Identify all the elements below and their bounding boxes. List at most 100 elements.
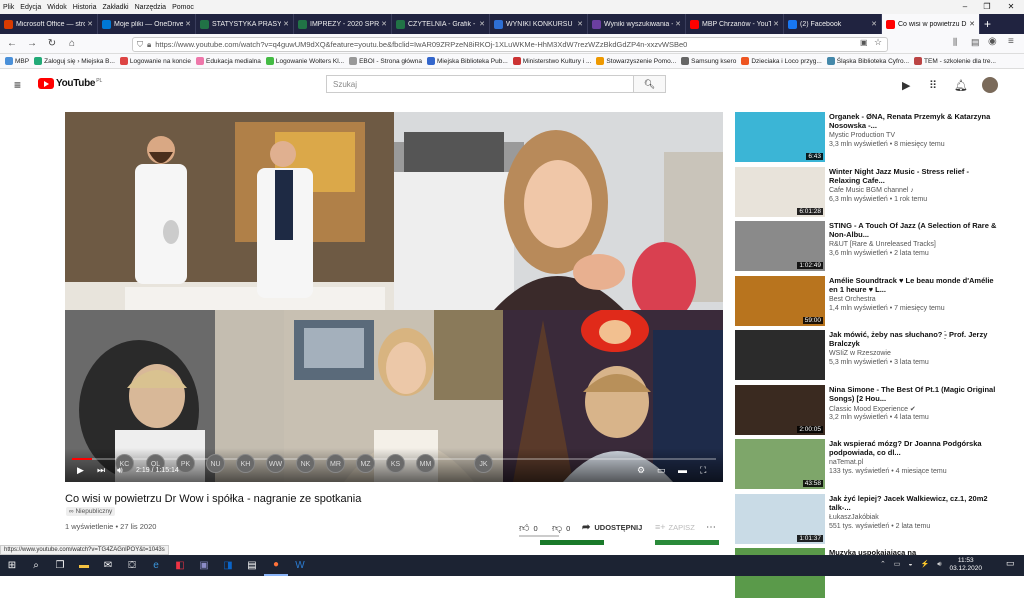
volume-icon[interactable]: 🔊︎ xyxy=(117,465,123,476)
bookmark-5[interactable]: EBOI - Strona główna xyxy=(349,57,422,65)
rec-title[interactable]: Amélie Soundtrack ♥ Le beau monde d'Amél… xyxy=(829,276,999,294)
menu-history[interactable]: Historia xyxy=(73,4,97,11)
rec-channel[interactable]: Classic Mood Experience ✔ xyxy=(829,405,916,413)
menu-icon[interactable]: ≡ xyxy=(1008,36,1014,47)
bookmark-11[interactable]: Śląska Biblioteka Cyfro... xyxy=(826,57,909,65)
tab-close-icon[interactable]: ✕ xyxy=(381,20,387,28)
rec-thumbnail[interactable]: 1:02:49 xyxy=(735,221,825,271)
system-tray[interactable]: ⌃ ▭ ◒ ⚡ 🔊︎ xyxy=(880,560,945,569)
menu-bookmarks[interactable]: Zakładki xyxy=(102,4,128,11)
tab-close-icon[interactable]: ✕ xyxy=(675,20,681,28)
miniplayer-icon[interactable]: ▭ xyxy=(657,465,666,476)
create-video-icon[interactable]: ▶︎ xyxy=(902,79,910,92)
bookmark-9[interactable]: Samsung ksero xyxy=(681,57,736,65)
menu-edit[interactable]: Edycja xyxy=(20,4,41,11)
rec-more-icon[interactable]: ⋮ xyxy=(940,330,950,341)
tab-close-icon[interactable]: ✕ xyxy=(185,20,191,28)
rec-thumbnail[interactable]: 6:43 xyxy=(735,112,825,162)
recommended-video[interactable]: 1:02:49 STING - A Touch Of Jazz (A Select… xyxy=(735,221,1005,273)
rec-title[interactable]: Jak mówić, żeby nas słuchano? - Prof. Je… xyxy=(829,330,999,348)
recommended-video[interactable]: 43:58 Jak wspierać mózg? Dr Joanna Podgór… xyxy=(735,439,1005,491)
save-button[interactable]: ≡+ ZAPISZ xyxy=(655,522,695,532)
pocket-icon[interactable]: ▣ xyxy=(860,38,868,47)
tab-9[interactable]: Co wisi w powietrzu Dr Wow✕ xyxy=(882,14,980,34)
bookmark-12[interactable]: TEM - szkolenie dla tre... xyxy=(914,57,996,65)
bookmark-3[interactable]: Edukacja medialna xyxy=(195,57,261,65)
menu-tools[interactable]: Narzędzia xyxy=(135,4,167,11)
bookmark-2[interactable]: Logowanie na koncie xyxy=(119,57,191,65)
tab-close-icon[interactable]: ✕ xyxy=(577,20,583,28)
like-button[interactable]: 👍︎ 0 xyxy=(519,522,538,534)
bookmark-10[interactable]: Dzieciaka i Loco przyg... xyxy=(741,57,822,65)
menu-help[interactable]: Pomoc xyxy=(172,4,194,11)
menu-view[interactable]: Widok xyxy=(47,4,66,11)
hamburger-menu-icon[interactable]: ≡ xyxy=(14,78,21,92)
bookmark-8[interactable]: Stowarzyszenie Pomo... xyxy=(596,57,676,65)
rec-channel[interactable]: Cafe Music BGM channel ♪ xyxy=(829,187,914,194)
bookmark-0[interactable]: MBP xyxy=(5,57,29,65)
windows-start-icon[interactable]: ⊞ xyxy=(0,555,24,576)
search-button[interactable]: 🔍︎ xyxy=(634,75,666,93)
outlook-icon[interactable]: ◨ xyxy=(216,555,240,576)
maximize-button[interactable]: ❐ xyxy=(976,0,998,14)
notification-center-icon[interactable]: ▭ xyxy=(1006,558,1015,569)
tab-4[interactable]: CZYTELNIA - Grafik - Exc✕ xyxy=(392,14,490,34)
sidebar-icon[interactable]: ▤ xyxy=(971,37,980,48)
tab-5[interactable]: WYNIKI KONKURSU Ekolo✕ xyxy=(490,14,588,34)
search-taskbar-icon[interactable]: ⌕ xyxy=(24,555,48,576)
video-player[interactable] xyxy=(65,112,723,482)
rec-channel[interactable]: WSIiZ w Rzeszowie xyxy=(829,350,891,357)
search-input[interactable]: Szukaj xyxy=(326,75,634,93)
rec-thumbnail[interactable]: 43:58 xyxy=(735,439,825,489)
account-icon[interactable]: ◉ xyxy=(988,36,997,47)
close-window-button[interactable]: ✕ xyxy=(1000,0,1022,14)
recommended-video[interactable]: 6:01:28 Winter Night Jazz Music - Stress … xyxy=(735,166,1005,219)
back-icon[interactable]: ← xyxy=(4,38,20,49)
share-button[interactable]: ➦ UDOSTĘPNIJ xyxy=(582,522,642,533)
home-icon[interactable]: ⌂ xyxy=(64,38,80,49)
star-icon[interactable]: ☆ xyxy=(874,37,882,48)
minimize-button[interactable]: – xyxy=(954,0,976,14)
files-icon[interactable]: ▤ xyxy=(240,555,264,576)
file-explorer-icon[interactable]: ▬ xyxy=(72,555,96,576)
rec-title[interactable]: Organek - ØNA, Renata Przemyk & Katarzyn… xyxy=(829,112,999,130)
tab-1[interactable]: Moje pliki — OneDrive ✕ xyxy=(98,14,196,34)
recommended-video[interactable]: Jak mówić, żeby nas słuchano? - Prof. Je… xyxy=(735,330,1005,382)
rec-thumbnail[interactable]: 1:01:37 xyxy=(735,493,825,544)
notifications-bell-icon[interactable]: 🔔︎ xyxy=(954,79,968,92)
bookmark-1[interactable]: Zaloguj się › Miejska B... xyxy=(34,57,115,65)
apps-grid-icon[interactable]: ⠿ xyxy=(929,79,937,92)
rec-thumbnail[interactable]: 6:01:28 xyxy=(735,166,825,217)
rec-title[interactable]: Jak żyć lepiej? Jacek Walkiewicz, cz.1, … xyxy=(829,494,999,512)
edge-icon[interactable]: e xyxy=(144,555,168,576)
rec-title[interactable]: Jak wspierać mózg? Dr Joanna Podgórska p… xyxy=(829,439,999,457)
menu-file[interactable]: Plik xyxy=(3,4,14,11)
rec-title[interactable]: Winter Night Jazz Music - Stress relief … xyxy=(829,167,999,185)
rec-channel[interactable]: naTemat.pl xyxy=(829,459,863,466)
next-icon[interactable]: ⏭ xyxy=(97,465,105,476)
address-bar[interactable]: ⛉ 🔒︎ https://www.youtube.com/watch?v=q4g… xyxy=(132,37,888,52)
forward-icon[interactable]: → xyxy=(24,38,40,49)
rec-channel[interactable]: R&UT [Rare & Unreleased Tracks] xyxy=(829,241,936,248)
settings-gear-icon[interactable]: ⚙ xyxy=(637,465,645,476)
rec-channel[interactable]: Mystic Production TV xyxy=(829,132,895,139)
rec-thumbnail[interactable] xyxy=(735,330,825,380)
word-icon[interactable]: W xyxy=(288,555,312,576)
tab-close-icon[interactable]: ✕ xyxy=(969,20,975,28)
teams-icon[interactable]: ▣ xyxy=(192,555,216,576)
tab-8[interactable]: (2) Facebook ✕ xyxy=(784,14,882,34)
fullscreen-icon[interactable]: ⛶ xyxy=(700,465,706,476)
taskbar-clock[interactable]: 11:53 03.12.2020 xyxy=(949,557,982,573)
bookmark-6[interactable]: Miejska Biblioteka Pub... xyxy=(426,57,508,65)
tab-close-icon[interactable]: ✕ xyxy=(283,20,289,28)
rec-title[interactable]: STING - A Touch Of Jazz (A Selection of … xyxy=(829,221,999,239)
bookmark-7[interactable]: Ministerstwo Kultury i ... xyxy=(512,57,591,65)
rec-title[interactable]: Nina Simone - The Best Of Pt.1 (Magic Or… xyxy=(829,385,999,403)
recommended-video[interactable]: 59:00 Amélie Soundtrack ♥ Le beau monde d… xyxy=(735,275,1005,328)
tab-close-icon[interactable]: ✕ xyxy=(87,20,93,28)
bookmark-4[interactable]: Logowanie Wolters Kl... xyxy=(265,57,344,65)
firefox-icon[interactable]: ● xyxy=(264,555,288,576)
tab-close-icon[interactable]: ✕ xyxy=(871,20,877,28)
rec-thumbnail[interactable]: 59:00 xyxy=(735,275,825,326)
rec-channel[interactable]: Best Orchestra xyxy=(829,296,876,303)
